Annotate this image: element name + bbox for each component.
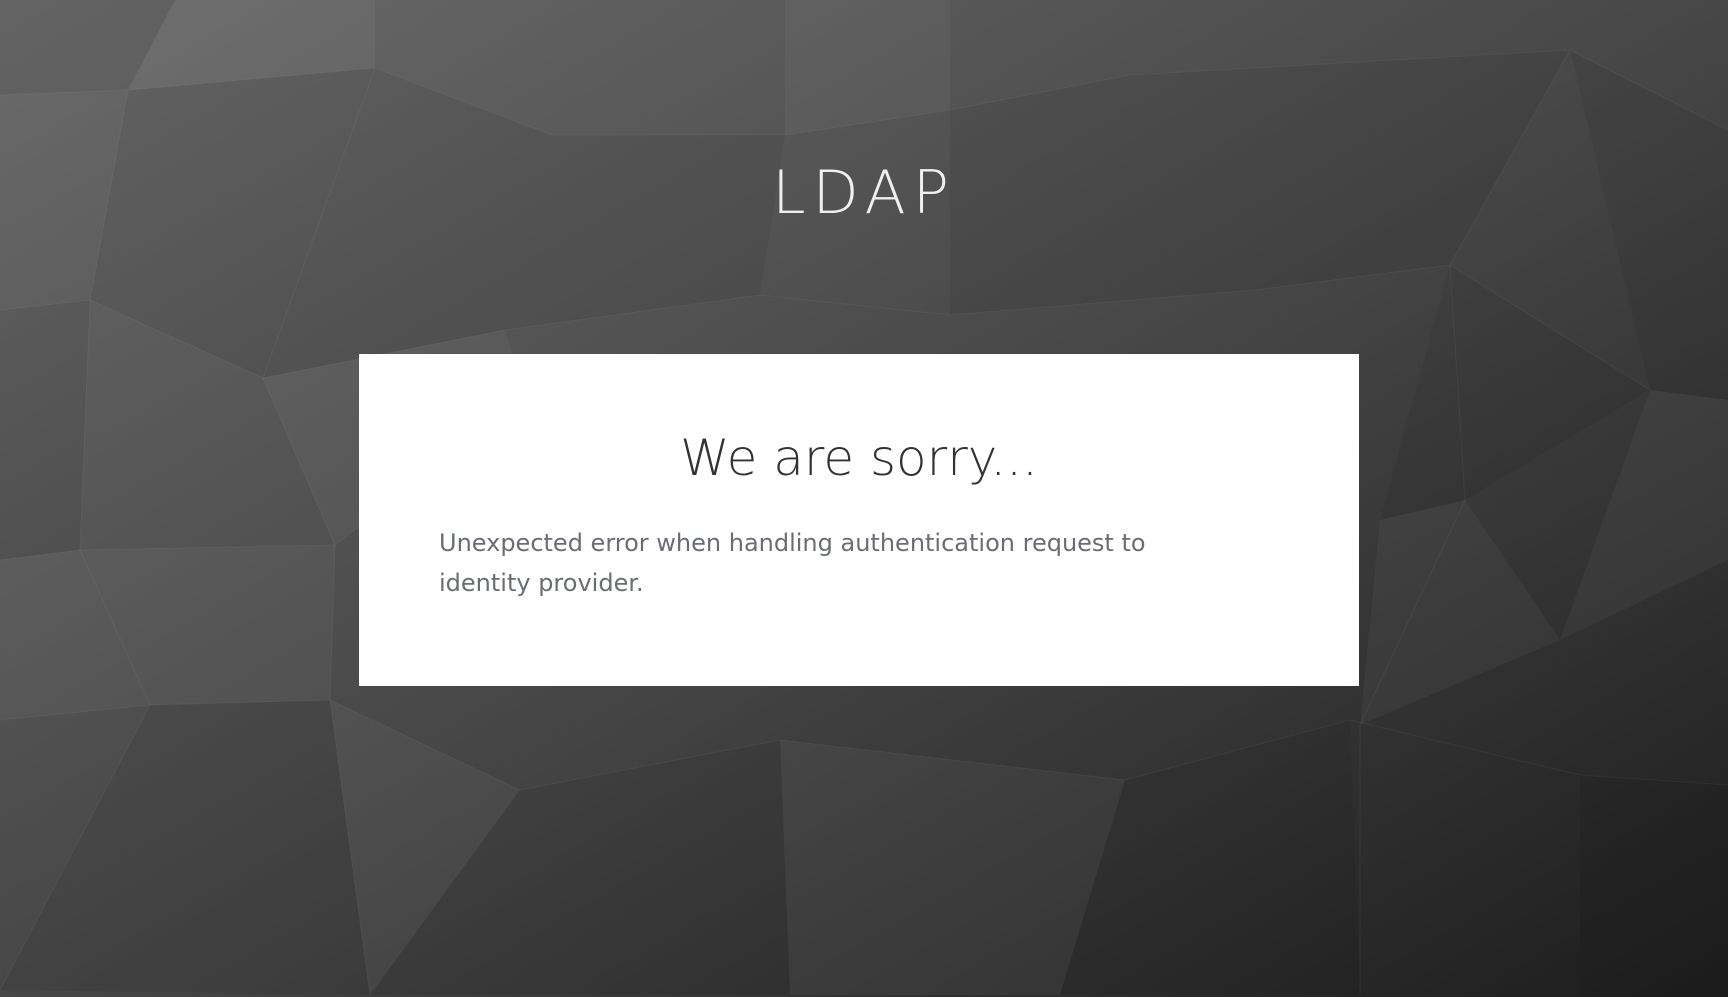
error-title: We are sorry... — [680, 429, 1038, 487]
realm-title: LDAP — [772, 158, 956, 228]
error-message: Unexpected error when handling authentic… — [439, 529, 1146, 597]
error-card: We are sorry... Unexpected error when ha… — [359, 354, 1359, 686]
